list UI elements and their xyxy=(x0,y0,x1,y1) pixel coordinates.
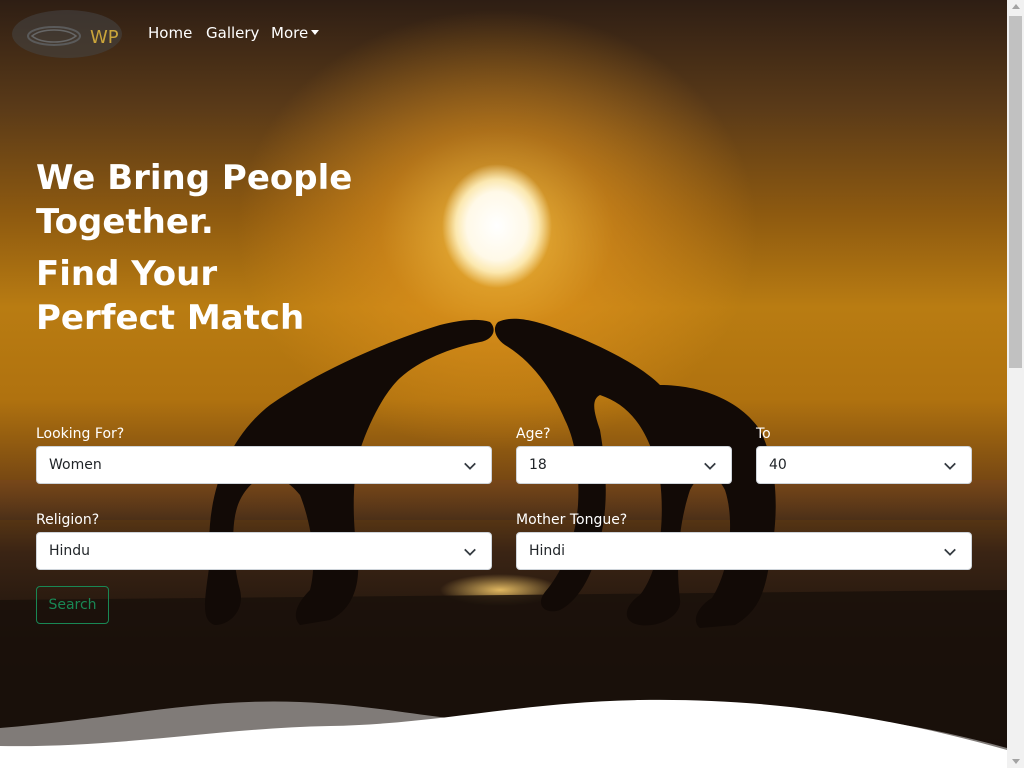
looking-for-label: Looking For? xyxy=(36,426,125,442)
religion-value: Hindu xyxy=(49,543,91,559)
age-from-value: 18 xyxy=(529,457,547,473)
scroll-up-arrow-icon[interactable] xyxy=(1012,4,1020,9)
chevron-down-icon xyxy=(944,548,956,556)
religion-select[interactable]: Hindu xyxy=(36,532,492,570)
nav-dropdown-more-label: More xyxy=(271,24,309,42)
brand-text: WP xyxy=(90,27,119,48)
religion-label: Religion? xyxy=(36,512,100,528)
yoga-silhouette-image xyxy=(0,318,1007,768)
mother-tongue-label: Mother Tongue? xyxy=(516,512,628,528)
chevron-down-icon xyxy=(464,462,476,470)
mother-tongue-select[interactable]: Hindi xyxy=(516,532,972,570)
looking-for-value: Women xyxy=(49,457,102,473)
wave-divider xyxy=(0,699,1007,768)
mother-tongue-value: Hindi xyxy=(529,543,566,559)
age-from-label: Age? xyxy=(516,426,551,442)
looking-for-select[interactable]: Women xyxy=(36,446,492,484)
age-to-label: To xyxy=(756,426,771,442)
hero-headline-2-line-2: Perfect Match xyxy=(36,298,305,338)
nav-link-gallery[interactable]: Gallery xyxy=(206,24,259,42)
caret-down-icon xyxy=(311,30,320,35)
age-to-select[interactable]: 40 xyxy=(756,446,972,484)
chevron-down-icon xyxy=(704,462,716,470)
hero-headline-1-line-2: Together. xyxy=(36,202,214,242)
nav-dropdown-more[interactable]: More xyxy=(271,24,320,42)
scrollbar-thumb[interactable] xyxy=(1009,16,1022,368)
brand-logo[interactable]: WP xyxy=(12,10,122,58)
navbar: WP Home Gallery More xyxy=(0,0,1007,68)
chevron-down-icon xyxy=(944,462,956,470)
chevron-down-icon xyxy=(464,548,476,556)
hero-headline-1: We Bring People Together. xyxy=(36,156,352,244)
scroll-down-arrow-icon[interactable] xyxy=(1012,759,1020,764)
hero-headline-1-line-1: We Bring People xyxy=(36,158,353,198)
brand-emblem-icon xyxy=(27,26,81,46)
age-to-value: 40 xyxy=(769,457,787,473)
hero-background xyxy=(0,0,1007,768)
hero-headline-2-line-1: Find Your xyxy=(36,254,218,294)
nav-link-home[interactable]: Home xyxy=(148,24,192,42)
hero-headline-2: Find Your Perfect Match xyxy=(36,252,304,340)
age-from-select[interactable]: 18 xyxy=(516,446,732,484)
search-button[interactable]: Search xyxy=(36,586,109,624)
